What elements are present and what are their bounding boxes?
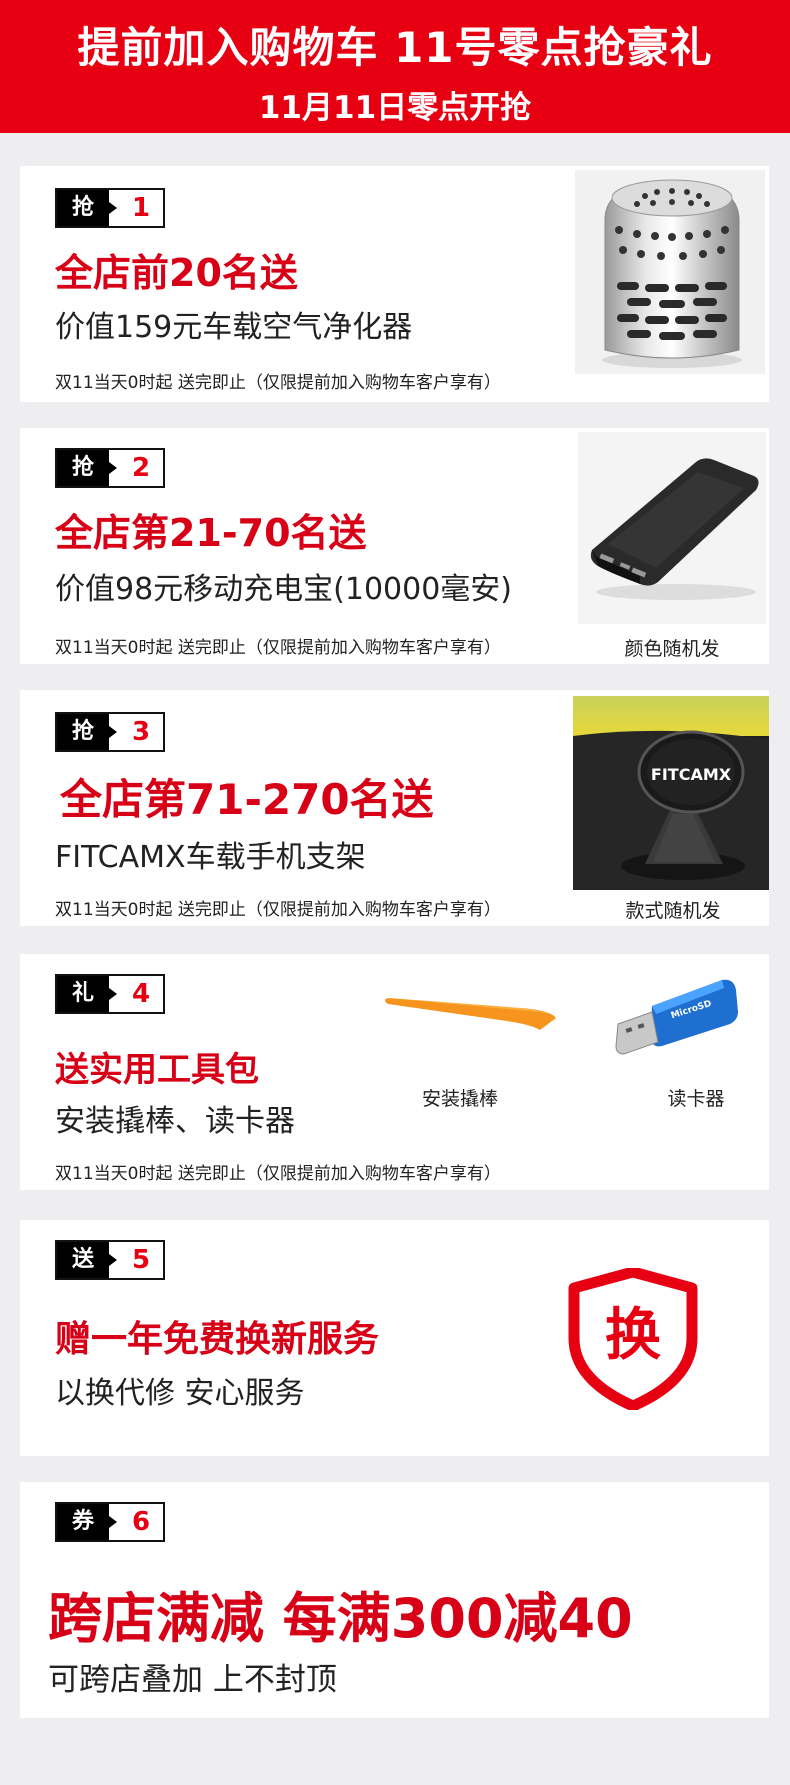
gift-tag: 抢 2 bbox=[55, 448, 165, 488]
gift-card-6[interactable]: 券 6 跨店满减 每满300减40 可跨店叠加 上不封顶 bbox=[20, 1482, 769, 1718]
tool-caption: 安装撬棒 bbox=[421, 1088, 498, 1110]
gift-subhead: 价值159元车载空气净化器 bbox=[55, 310, 413, 345]
gift-card-2[interactable]: 抢 2 全店第21-70名送 价值98元移动充电宝(10000毫安) 双11当天… bbox=[20, 428, 769, 664]
tag-number: 6 bbox=[131, 1507, 151, 1537]
gift-subhead: FITCAMX车载手机支架 bbox=[55, 840, 366, 875]
gift-subhead: 可跨店叠加 上不封顶 bbox=[48, 1662, 337, 1698]
banner-title: 提前加入购物车 11号零点抢豪礼 bbox=[77, 23, 713, 72]
pry-bar-icon bbox=[380, 990, 560, 1034]
gift-subhead: 安装撬棒、读卡器 bbox=[55, 1104, 295, 1139]
tag-label: 抢 bbox=[57, 714, 109, 750]
tag-number: 5 bbox=[131, 1245, 151, 1275]
gift-headline: 送实用工具包 bbox=[55, 1050, 259, 1090]
image-caption: 款式随机发 bbox=[625, 900, 721, 922]
gift-headline: 跨店满减 每满300减40 bbox=[48, 1587, 633, 1650]
tag-number: 3 bbox=[131, 717, 151, 747]
tag-arrow-icon bbox=[109, 988, 117, 1000]
tag-label: 抢 bbox=[57, 450, 109, 486]
gift-subhead: 以换代修 安心服务 bbox=[55, 1376, 305, 1411]
gift-subhead: 价值98元移动充电宝(10000毫安) bbox=[55, 572, 513, 607]
gift-tag: 抢 1 bbox=[55, 188, 165, 228]
air-purifier-icon bbox=[575, 170, 765, 374]
gift-note: 双11当天0时起 送完即止（仅限提前加入购物车客户享有） bbox=[55, 638, 501, 658]
tag-number: 4 bbox=[131, 979, 151, 1009]
card-reader-icon: MicroSD bbox=[612, 972, 742, 1064]
phone-mount-icon: FITCAMX bbox=[573, 696, 769, 890]
power-bank-icon bbox=[578, 432, 766, 624]
gift-headline: 全店第71-270名送 bbox=[60, 775, 434, 824]
gift-tag: 礼 4 bbox=[55, 974, 165, 1014]
gift-card-3[interactable]: 抢 3 全店第71-270名送 FITCAMX车载手机支架 双11当天0时起 送… bbox=[20, 690, 769, 926]
gift-tag: 送 5 bbox=[55, 1240, 165, 1280]
tag-arrow-icon bbox=[109, 462, 117, 474]
tag-arrow-icon bbox=[109, 726, 117, 738]
gift-card-4[interactable]: 礼 4 送实用工具包 安装撬棒、读卡器 双11当天0时起 送完即止（仅限提前加入… bbox=[20, 954, 769, 1190]
tag-arrow-icon bbox=[109, 1516, 117, 1528]
gift-tag: 券 6 bbox=[55, 1502, 165, 1542]
gift-card-1[interactable]: 抢 1 全店前20名送 价值159元车载空气净化器 双11当天0时起 送完即止（… bbox=[20, 166, 769, 402]
gift-headline: 赠一年免费换新服务 bbox=[55, 1319, 380, 1360]
gift-headline: 全店前20名送 bbox=[55, 251, 298, 295]
gift-tag: 抢 3 bbox=[55, 712, 165, 752]
tag-label: 送 bbox=[57, 1242, 109, 1278]
mount-brand-text: FITCAMX bbox=[651, 765, 732, 784]
gift-headline: 全店第21-70名送 bbox=[55, 511, 367, 555]
image-caption: 颜色随机发 bbox=[624, 638, 720, 660]
gift-note: 双11当天0时起 送完即止（仅限提前加入购物车客户享有） bbox=[55, 373, 501, 393]
tag-number: 2 bbox=[131, 453, 151, 483]
tag-number: 1 bbox=[131, 193, 151, 223]
shield-badge-text: 换 bbox=[605, 1303, 661, 1368]
tag-label: 礼 bbox=[57, 976, 109, 1012]
top-banner: 提前加入购物车 11号零点抢豪礼 11月11日零点开抢 bbox=[0, 0, 790, 133]
gift-card-5[interactable]: 送 5 赠一年免费换新服务 以换代修 安心服务 换 bbox=[20, 1220, 769, 1456]
tag-arrow-icon bbox=[109, 202, 117, 214]
banner-subtitle: 11月11日零点开抢 bbox=[258, 90, 532, 126]
gift-note: 双11当天0时起 送完即止（仅限提前加入购物车客户享有） bbox=[55, 900, 501, 920]
tag-arrow-icon bbox=[109, 1254, 117, 1266]
tag-label: 券 bbox=[57, 1504, 109, 1540]
tool-caption: 读卡器 bbox=[667, 1088, 725, 1110]
gift-note: 双11当天0时起 送完即止（仅限提前加入购物车客户享有） bbox=[55, 1164, 501, 1184]
shield-icon: 换 bbox=[568, 1266, 698, 1412]
tag-label: 抢 bbox=[57, 190, 109, 226]
